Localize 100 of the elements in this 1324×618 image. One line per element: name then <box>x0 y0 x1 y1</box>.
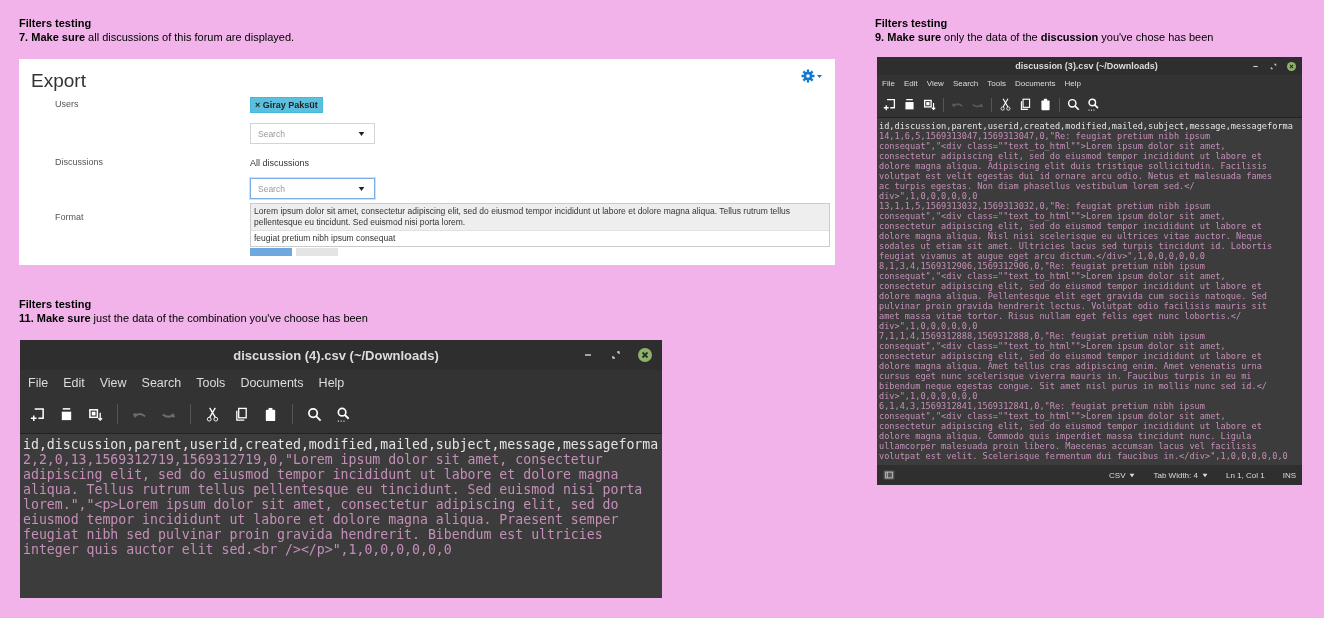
cut-icon[interactable] <box>205 406 220 422</box>
menu-item[interactable]: View <box>99 375 127 390</box>
code-line: dolore magna aliqua. Commodo quis imperdiet massa tincidunt nunc. Ligula <box>879 431 1253 441</box>
caption-title: Filters testing <box>875 16 949 30</box>
search-replace-icon[interactable] <box>336 406 351 422</box>
status-item[interactable]: CSV <box>1109 470 1136 480</box>
code-line: eiusmod tempor incididunt ut labore et dolore magna aliqua. Praesent semper <box>23 512 620 527</box>
search-icon[interactable] <box>1067 98 1080 111</box>
menu-item[interactable]: Edit <box>63 375 85 390</box>
code-line: dolore magna aliqua. Nisl nisi scelerisque eu ultrices vitae auctor. Neque <box>879 231 1263 241</box>
code-line: consequat","<div class=""text_to_html"">Lorem ipsum dolor sit amet, <box>879 271 1227 281</box>
field-label: Discussions <box>55 156 104 169</box>
code-line: adipiscing elit, sed do eiusmod tempor incididunt ut labore et dolore magna <box>23 467 620 482</box>
menu-item[interactable]: Documents <box>1014 79 1056 88</box>
code-line: integer quis auctor elit sed.<br /></p>",1,0,0,0,0,0,0 <box>23 542 453 557</box>
code-line: id,discussion,parent,userid,created,modified,mailed,subject,message,messageforma <box>23 437 659 452</box>
cut-icon[interactable] <box>999 98 1012 111</box>
code-line: cursus eget nunc scelerisque viverra mauris in. Faucibus turpis in eu mi <box>879 371 1253 381</box>
maximize-icon[interactable] <box>1269 61 1278 71</box>
form-heading: Export <box>31 69 86 93</box>
user-chip[interactable]: × Giray Paksüt <box>250 97 323 113</box>
code-line: 6,1,4,3,1569312841,1569312841,0,"Re: feugiat pretium nibh ipsum <box>879 401 1206 411</box>
code-line: pulvinar proin gravida hendrerit lectus. Volutpat odio facilisis mauris sit <box>879 301 1269 311</box>
code-line: lorem.","<p>Lorem ipsum dolor sit amet, consectetur adipiscing elit, sed do <box>23 497 620 512</box>
caret-icon <box>1201 472 1208 478</box>
side-panel-icon[interactable] <box>883 470 895 480</box>
caption-title: Filters testing <box>19 16 93 30</box>
window-title: discussion (3).csv (~/Downloads) <box>1015 61 1158 71</box>
copy-icon[interactable] <box>1019 98 1032 111</box>
field-label: Users <box>55 98 80 111</box>
menu-item[interactable]: Tools <box>987 79 1006 88</box>
code-line: consequat","<div class=""text_to_html"">Lorem ipsum dolor sit amet, <box>879 411 1227 421</box>
code-line: dolore magna aliqua. Amet tellus cras adipiscing enim. Amet venenatis urna <box>879 361 1263 371</box>
code-line: amet massa vitae tortor. Risus nullam eget felis eget nunc lobortis.</ <box>879 311 1243 321</box>
menu-item[interactable]: Help <box>318 375 345 390</box>
code-line: div>",1,0,0,0,0,0,0 <box>879 391 979 401</box>
code-line: div>",1,0,0,0,0,0,0 <box>879 321 979 331</box>
code-line: volutpat est velit egestas dui id ornare arcu odio. Netus et malesuada fames <box>879 171 1274 181</box>
code-line: dolore magna aliqua. Adipiscing elit duis tristique sollicitudin. Facilisis <box>879 161 1269 171</box>
code-line: consequat","<div class=""text_to_html"">Lorem ipsum dolor sit amet, <box>879 211 1227 221</box>
code-line: aliqua. Tellus rutrum tellus pellentesque eu tincidunt. Sed euismod nisi porta <box>23 482 644 497</box>
menu-item[interactable]: Search <box>952 79 979 88</box>
code-line: sodales ut etiam sit amet. Ultricies lacus sed turpis tincidunt id. Lobortis <box>879 241 1274 251</box>
search-select[interactable]: Search <box>250 178 375 199</box>
paste-icon[interactable] <box>1039 98 1052 111</box>
status-item[interactable]: Tab Width: 4 <box>1153 470 1208 480</box>
menu-item[interactable]: View <box>926 79 944 88</box>
value-text: All discussions <box>250 157 310 168</box>
code-line: ac turpis egestas. Non diam phasellus vestibulum lorem sed.</ <box>879 181 1196 191</box>
code-line: volutpat est velit. Scelerisque fermentum dui faucibus in.</div>",1,0,0,0,0,0,0 <box>879 451 1289 461</box>
caption-text: 7. Make sure all discussions of this forum are displayed. <box>19 30 296 44</box>
menu-item[interactable]: File <box>28 375 49 390</box>
menu-item[interactable]: File <box>882 79 895 88</box>
caret-icon <box>358 186 365 192</box>
search-select[interactable]: Search <box>250 123 375 144</box>
code-line: id,discussion,parent,userid,created,modified,mailed,subject,message,messageforma <box>879 121 1294 131</box>
document-stack-icon[interactable] <box>903 98 916 111</box>
menu-item[interactable]: Documents <box>240 375 304 390</box>
search-replace-icon[interactable] <box>1087 98 1100 111</box>
window-title: discussion (4).csv (~/Downloads) <box>233 347 439 363</box>
caption-text: 11. Make sure just the data of the combination you've choose has been <box>19 311 369 325</box>
new-document-icon[interactable] <box>883 98 896 111</box>
gear-icon[interactable] <box>801 69 823 83</box>
menu-item[interactable]: Help <box>1064 79 1081 88</box>
code-line: bibendum neque egestas congue. Sit amet nisl purus in mollis nunc sed id.</ <box>879 381 1269 391</box>
code-line: consectetur adipiscing elit, sed do eiusmod tempor incididunt ut labore et <box>879 421 1263 431</box>
caret-icon <box>358 131 365 137</box>
menu-item[interactable]: Search <box>141 375 182 390</box>
caret-icon <box>1129 472 1136 478</box>
close-icon[interactable] <box>638 348 652 362</box>
menu-item[interactable]: Tools <box>196 375 226 390</box>
dropdown-option[interactable]: Lorem ipsum dolor sit amet, consectetur adipiscing elit, sed do eiusmod tempor incididunt ut labore et dolore magna aliqua. Tellus rutrum tellus pellentesque eu tincidunt. Sed euismod nisi porta lorem. <box>251 204 829 231</box>
code-line: 8,1,3,4,1569312906,1569312906,0,"Re: feugiat pretium nibh ipsum <box>879 261 1206 271</box>
status-item: INS <box>1282 470 1296 480</box>
field-label: Format <box>55 211 85 224</box>
code-line: dolore magna aliqua. Pellentesque elit eget gravida cum sociis natoque. Sed <box>879 291 1269 301</box>
code-line: 13,1,1,5,1569313032,1569313032,0,"Re: feugiat pretium nibh ipsum <box>879 201 1212 211</box>
code-line: ullamcorper malesuada proin libero. Maecenas accumsan lacus vel facilisis <box>879 441 1258 451</box>
code-line: div>",1,0,0,0,0,0,0 <box>879 191 979 201</box>
code-line: consectetur adipiscing elit, sed do eiusmod tempor incididunt ut labore et <box>879 281 1263 291</box>
code-line: consequat","<div class=""text_to_html"">Lorem ipsum dolor sit amet, <box>879 341 1227 351</box>
code-line: 2,2,0,13,1569312719,1569312719,0,"Lorem ipsum dolor sit amet, consectetur <box>23 452 604 467</box>
copy-icon[interactable] <box>234 406 249 422</box>
code-line: 7,1,1,4,1569312888,1569312888,0,"Re: feugiat pretium nibh ipsum <box>879 331 1206 341</box>
code-line: consectetur adipiscing elit, sed do eiusmod tempor incididunt ut labore et <box>879 351 1263 361</box>
caption-text: 9. Make sure only the data of the discussion you've chose has been <box>875 30 1215 44</box>
menu-item[interactable]: Edit <box>903 79 918 88</box>
code-line: consequat","<div class=""text_to_html"">Lorem ipsum dolor sit amet, <box>879 141 1227 151</box>
code-line: consectetur adipiscing elit, sed do eiusmod tempor incididunt ut labore et <box>879 221 1263 231</box>
document-stack-icon[interactable] <box>59 406 74 422</box>
save-icon[interactable] <box>923 98 936 111</box>
code-line: 14,1,6,5,1569313047,1569313047,0,"Re: feugiat pretium nibh ipsum <box>879 131 1212 141</box>
maximize-icon[interactable] <box>610 349 622 361</box>
search-icon[interactable] <box>307 406 322 422</box>
code-line: consectetur adipiscing elit, sed do eiusmod tempor incididunt ut labore et <box>879 151 1263 161</box>
new-document-icon[interactable] <box>30 406 45 422</box>
paste-icon[interactable] <box>263 406 278 422</box>
close-icon[interactable] <box>1287 61 1296 71</box>
caption-title: Filters testing <box>19 297 93 311</box>
save-icon[interactable] <box>88 406 103 422</box>
